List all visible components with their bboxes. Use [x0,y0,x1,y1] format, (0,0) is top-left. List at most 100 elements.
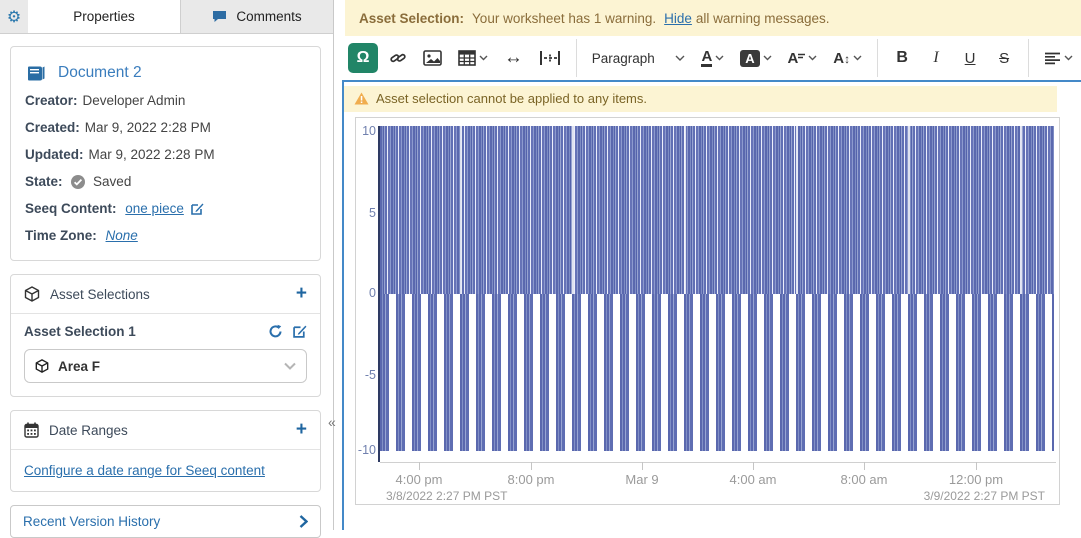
seeq-content-link[interactable]: one piece [125,201,184,216]
sidebar-collapse-handle[interactable]: « [328,414,336,430]
time-zone-link[interactable]: None [106,228,138,243]
y-tick-label: 5 [356,206,376,220]
arrows-horizontal-icon: ↔ [504,47,523,69]
highlight-color-button[interactable]: A [735,43,776,73]
underline-button[interactable]: U [956,43,984,73]
hide-warnings-link[interactable]: Hide [664,11,692,26]
range-end-timestamp: 3/9/2022 2:27 PM PST [924,489,1045,503]
strikethrough-button[interactable]: S [990,43,1018,73]
creator-label: Creator: [25,93,78,108]
edit-asset-selection-icon[interactable] [293,324,307,339]
tab-properties[interactable]: Properties [28,0,181,33]
font-family-button[interactable]: A [783,43,823,73]
settings-gear-button[interactable]: ⚙ [0,0,28,33]
asset-selection-warning-text: Asset selection cannot be applied to any… [376,91,647,106]
toolbar-separator [576,39,577,77]
insert-image-button[interactable] [418,43,447,73]
page-break-button[interactable] [534,43,566,73]
x-tick-label: 4:00 am [730,472,777,487]
tab-comments-label: Comments [236,9,301,24]
time-zone-row: Time Zone: None [25,227,306,244]
highlight-color-icon: A [740,50,759,67]
chevron-down-icon [715,55,724,61]
date-ranges-card: Date Ranges + Configure a date range for… [10,410,321,492]
x-tick [419,462,420,470]
link-icon [389,49,407,67]
date-ranges-title: Date Ranges [49,423,128,438]
seeq-content-row: Seeq Content: one piece [25,200,306,217]
paragraph-style-dropdown[interactable]: Paragraph [587,43,691,73]
insert-seeq-content-button[interactable]: Ω [348,43,378,73]
chevron-right-icon [299,515,308,528]
bold-button[interactable]: B [888,43,916,73]
creator-row: Creator: Developer Admin [25,92,306,109]
asset-cube-icon [35,359,49,373]
refresh-asset-selection-icon[interactable] [268,324,283,339]
text-align-button[interactable] [1039,43,1078,73]
cube-icon [24,286,40,302]
warning-message: Your worksheet has 1 warning. [472,11,656,26]
updated-value: Mar 9, 2022 2:28 PM [89,147,215,162]
creator-value: Developer Admin [83,93,186,108]
selected-asset-label: Area F [58,359,100,374]
chevron-down-icon [808,55,817,61]
paragraph-style-label: Paragraph [592,51,655,66]
tab-comments[interactable]: Comments [181,0,333,33]
font-family-icon: A [788,50,806,67]
document-title: Document 2 [58,64,142,82]
chevron-down-icon [1064,55,1073,61]
font-color-icon: A [701,50,712,67]
created-value: Mar 9, 2022 2:28 PM [85,120,211,135]
chevron-down-icon [479,55,488,61]
seeq-logo-icon: Ω [357,49,370,67]
editor-toolbar: Ω ↔ [334,36,1081,80]
calendar-icon [24,422,39,438]
y-tick-label: 10 [356,124,376,138]
x-tick-label: 4:00 pm [396,472,443,487]
insert-table-button[interactable] [453,43,493,73]
fixed-width-button[interactable]: ↔ [499,43,528,73]
chevron-down-icon [284,362,296,370]
italic-button[interactable]: I [922,43,950,73]
font-size-icon: A↕ [833,50,850,67]
add-date-range-button[interactable]: + [296,422,307,438]
recent-version-history-button[interactable]: Recent Version History [10,505,321,538]
toolbar-separator [1028,39,1029,77]
x-tick [864,462,865,470]
x-tick [531,462,532,470]
x-tick [753,462,754,470]
insert-link-button[interactable] [384,43,412,73]
comment-bubble-icon [212,10,227,23]
x-tick [642,462,643,470]
main-area: Asset Selection: Your worksheet has 1 wa… [334,0,1081,530]
edit-seeq-content-icon[interactable] [191,202,204,215]
asset-selections-card: Asset Selections + Asset Selection 1 [10,274,321,397]
align-left-icon [1044,52,1061,65]
worksheet-warning-bar: Asset Selection: Your worksheet has 1 wa… [345,0,1081,36]
state-label: State: [25,174,63,189]
sidebar-tabbar: ⚙ Properties Comments [0,0,333,34]
seeq-content-label: Seeq Content: [25,201,117,216]
tab-properties-label: Properties [73,9,135,24]
image-icon [423,50,442,66]
configure-date-range-link[interactable]: Configure a date range for Seeq content [11,450,320,491]
document-editor[interactable]: Asset selection cannot be applied to any… [342,80,1081,530]
range-start-timestamp: 3/8/2022 2:27 PM PST [386,489,507,503]
gear-icon: ⚙ [7,7,21,27]
time-zone-label: Time Zone: [25,228,97,243]
font-size-button[interactable]: A↕ [828,43,867,73]
asset-select-dropdown[interactable]: Area F [24,349,307,383]
x-tick-label: 8:00 am [841,472,888,487]
properties-sidebar: ⚙ Properties Comments Document 2 [0,0,334,530]
state-value: Saved [93,174,131,189]
x-tick [976,462,977,470]
x-axis-line [380,462,1056,463]
sidebar-body: Document 2 Creator: Developer Admin Creat… [0,34,333,538]
add-asset-selection-button[interactable]: + [296,286,307,302]
font-color-button[interactable]: A [696,43,729,73]
document-card: Document 2 Creator: Developer Admin Creat… [10,46,321,261]
signal-plot-lower [380,294,1054,451]
trend-chart: 10 5 0 -5 -10 4:00 pm 8:00 pm Mar 9 4:00… [355,117,1060,505]
page-break-icon [539,50,561,66]
state-row: State: Saved [25,173,306,190]
